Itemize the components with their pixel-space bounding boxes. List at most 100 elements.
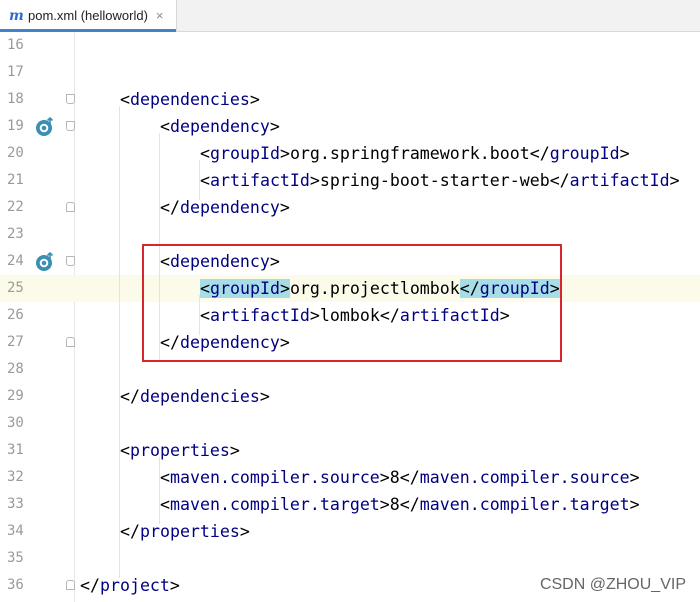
tag-bracket: >	[629, 468, 640, 487]
fold-toggle-icon[interactable]	[66, 256, 75, 266]
code-line[interactable]: 20 <groupId>org.springframework.boot</gro…	[0, 140, 700, 167]
tag-value: 8	[389, 468, 400, 487]
tag-name: artifactId	[569, 171, 670, 190]
code-line[interactable]: 30	[0, 410, 700, 437]
tag-bracket: >	[169, 576, 180, 595]
tag-bracket: <	[200, 171, 210, 190]
code-line[interactable]: 21 <artifactId>spring-boot-starter-web</a…	[0, 167, 700, 194]
code-line[interactable]: 32 <maven.compiler.source>8</maven.compil…	[0, 464, 700, 491]
line-number: 25	[7, 280, 24, 296]
tag-bracket: >	[229, 441, 240, 460]
code-line[interactable]: 22 </dependency>	[0, 194, 700, 221]
line-number: 24	[7, 253, 24, 269]
code-line[interactable]: 17	[0, 59, 700, 86]
code-line[interactable]: 33 <maven.compiler.target>8</maven.compil…	[0, 491, 700, 518]
tag-bracket: </	[529, 144, 550, 163]
tag-bracket: >	[629, 495, 640, 514]
code-line[interactable]: 16	[0, 32, 700, 59]
code-text: </project>	[80, 572, 180, 599]
tag-name: dependencies	[139, 387, 260, 406]
line-number: 30	[7, 415, 24, 431]
tag-name: groupId	[210, 144, 280, 163]
tag-name: artifactId	[210, 171, 310, 190]
maven-override-icon[interactable]	[35, 116, 55, 137]
maven-override-icon[interactable]	[35, 251, 55, 272]
tag-value: org.springframework.boot	[289, 144, 530, 163]
indent-guide	[119, 106, 120, 578]
tag-name: properties	[139, 522, 240, 541]
tag-bracket: >	[259, 387, 270, 406]
line-number: 16	[7, 37, 24, 53]
fold-toggle-icon[interactable]	[66, 337, 75, 347]
tag-bracket: </	[80, 576, 100, 595]
tag-bracket: <	[120, 90, 130, 109]
tag-bracket: <	[200, 144, 210, 163]
tag-bracket: </	[549, 171, 570, 190]
code-line[interactable]: 18 <dependencies>	[0, 86, 700, 113]
fold-toggle-icon[interactable]	[66, 121, 75, 131]
line-number: 31	[7, 442, 24, 458]
tag-bracket: </	[399, 495, 420, 514]
tag-name: project	[99, 576, 170, 595]
tag-bracket: >	[669, 171, 680, 190]
fold-toggle-icon[interactable]	[66, 202, 75, 212]
tag-bracket: >	[279, 198, 290, 217]
line-number: 17	[7, 64, 24, 80]
code-line[interactable]: 19 <dependency>	[0, 113, 700, 140]
tag-bracket: </	[120, 387, 140, 406]
tag-name: maven.compiler.target	[419, 495, 630, 514]
line-number: 29	[7, 388, 24, 404]
tab-pom-xml[interactable]: m pom.xml (helloworld) ×	[0, 0, 177, 32]
tag-name: dependencies	[130, 90, 250, 109]
tag-bracket: >	[279, 144, 290, 163]
code-editor[interactable]: 16 17 18 <dependencies> 19 <dependency> 20 <gro…	[0, 32, 700, 602]
code-text: </dependencies>	[120, 383, 270, 410]
close-icon[interactable]: ×	[156, 8, 164, 23]
tag-bracket: >	[379, 495, 390, 514]
tag-bracket: <	[160, 495, 170, 514]
tag-name: maven.compiler.target	[170, 495, 380, 514]
line-number: 35	[7, 550, 24, 566]
code-line[interactable]: 29 </dependencies>	[0, 383, 700, 410]
code-text: <maven.compiler.source>8</maven.compiler…	[160, 464, 640, 491]
tag-bracket: </	[160, 198, 180, 217]
code-line[interactable]: 34 </properties>	[0, 518, 700, 545]
tag-bracket: <	[160, 468, 170, 487]
line-number: 20	[7, 145, 24, 161]
tag-bracket: >	[379, 468, 390, 487]
line-number: 18	[7, 91, 24, 107]
tab-title: pom.xml (helloworld)	[28, 8, 148, 23]
code-line[interactable]: 31 <properties>	[0, 437, 700, 464]
line-number: 34	[7, 523, 24, 539]
code-text: </dependency>	[160, 194, 290, 221]
tag-bracket: </	[399, 468, 420, 487]
line-number: 19	[7, 118, 24, 134]
tag-bracket: >	[309, 171, 320, 190]
fold-toggle-icon[interactable]	[66, 580, 75, 590]
tag-bracket: >	[619, 144, 630, 163]
tag-name: maven.compiler.source	[419, 468, 630, 487]
code-text: <maven.compiler.target>8</maven.compiler…	[160, 491, 640, 518]
code-text: <artifactId>spring-boot-starter-web</art…	[200, 167, 680, 194]
code-text: <dependency>	[160, 113, 280, 140]
tag-bracket: >	[269, 117, 280, 136]
code-line[interactable]: 35	[0, 545, 700, 572]
code-text: <groupId>org.springframework.boot</group…	[200, 140, 630, 167]
tag-bracket: >	[239, 522, 250, 541]
tag-value: 8	[389, 495, 400, 514]
line-number: 22	[7, 199, 24, 215]
code-text: </properties>	[120, 518, 250, 545]
line-number: 28	[7, 361, 24, 377]
tag-bracket: <	[120, 441, 130, 460]
editor-tab-bar: m pom.xml (helloworld) ×	[0, 0, 700, 32]
indent-guide	[199, 160, 200, 200]
tag-name: maven.compiler.source	[170, 468, 380, 487]
fold-toggle-icon[interactable]	[66, 94, 75, 104]
line-number: 23	[7, 226, 24, 242]
line-number: 21	[7, 172, 24, 188]
tag-bracket: </	[120, 522, 140, 541]
line-number: 32	[7, 469, 24, 485]
indent-guide	[159, 457, 160, 524]
line-number: 27	[7, 334, 24, 350]
code-text: <properties>	[120, 437, 240, 464]
